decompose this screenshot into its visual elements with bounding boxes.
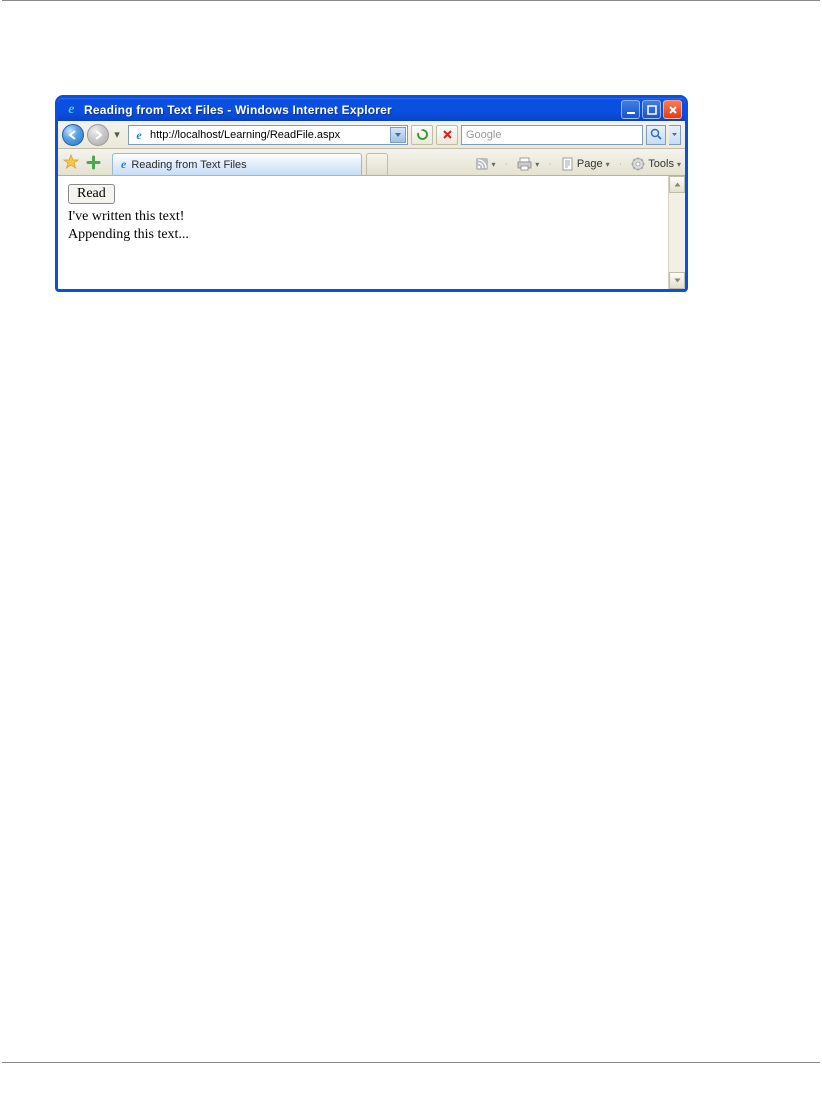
refresh-button[interactable] xyxy=(411,125,433,145)
page-menu[interactable]: Page ▾ xyxy=(561,157,610,171)
tabs-toolbar: e Reading from Text Files ▾ · ▾ · Page xyxy=(58,149,685,176)
page-rule xyxy=(2,0,820,1)
chevron-down-icon: ▾ xyxy=(606,160,610,169)
separator: · xyxy=(617,158,625,170)
address-url: http://localhost/Learning/ReadFile.aspx xyxy=(150,129,386,141)
output-line-2: Appending this text... xyxy=(68,227,658,243)
page-icon: e xyxy=(132,128,146,142)
favorites-icon[interactable] xyxy=(62,153,80,171)
chevron-down-icon: ▾ xyxy=(492,160,496,169)
tab-active[interactable]: e Reading from Text Files xyxy=(112,153,362,175)
browser-window: e Reading from Text Files - Windows Inte… xyxy=(55,95,688,292)
tools-label: Tools xyxy=(648,158,674,170)
content-area: Read I've written this text! Appending t… xyxy=(58,176,685,289)
command-bar: ▾ · ▾ · Page ▾ · Tools ▾ xyxy=(475,157,681,171)
ie-logo-icon: e xyxy=(64,102,79,117)
chevron-down-icon: ▾ xyxy=(677,160,681,169)
scroll-down-button[interactable] xyxy=(669,272,685,289)
chevron-down-icon: ▾ xyxy=(535,160,539,169)
back-button[interactable] xyxy=(62,124,84,146)
add-favorite-icon[interactable] xyxy=(84,153,102,171)
output-line-1: I've written this text! xyxy=(68,209,658,225)
new-tab-button[interactable] xyxy=(366,153,388,175)
address-dropdown[interactable] xyxy=(390,127,406,143)
separator: · xyxy=(503,158,511,170)
tools-menu[interactable]: Tools ▾ xyxy=(631,157,681,171)
titlebar[interactable]: e Reading from Text Files - Windows Inte… xyxy=(58,98,685,121)
feeds-button[interactable]: ▾ xyxy=(475,157,496,171)
maximize-button[interactable] xyxy=(642,100,661,119)
page-body: Read I've written this text! Appending t… xyxy=(58,176,668,289)
search-button[interactable] xyxy=(646,125,666,145)
tab-favicon: e xyxy=(121,158,126,171)
print-button[interactable]: ▾ xyxy=(517,157,539,171)
vertical-scrollbar[interactable] xyxy=(668,176,685,289)
forward-button[interactable] xyxy=(87,124,109,146)
close-button[interactable] xyxy=(663,100,682,119)
address-bar[interactable]: e http://localhost/Learning/ReadFile.asp… xyxy=(128,125,408,145)
read-button[interactable]: Read xyxy=(68,184,115,204)
window-controls xyxy=(621,100,682,119)
minimize-button[interactable] xyxy=(621,100,640,119)
search-dropdown[interactable] xyxy=(669,125,681,145)
scroll-up-button[interactable] xyxy=(669,176,685,193)
window-title: Reading from Text Files - Windows Intern… xyxy=(84,103,621,117)
tab-label: Reading from Text Files xyxy=(131,159,246,171)
search-input[interactable]: Google xyxy=(461,125,643,145)
navigation-toolbar: ▾ e http://localhost/Learning/ReadFile.a… xyxy=(58,121,685,149)
search-placeholder: Google xyxy=(466,129,501,141)
page-label: Page xyxy=(577,158,603,170)
nav-history-dropdown[interactable]: ▾ xyxy=(112,124,122,146)
browser-window-wrap: e Reading from Text Files - Windows Inte… xyxy=(55,95,688,292)
page-rule xyxy=(2,1062,820,1063)
separator: · xyxy=(546,158,554,170)
stop-button[interactable] xyxy=(436,125,458,145)
